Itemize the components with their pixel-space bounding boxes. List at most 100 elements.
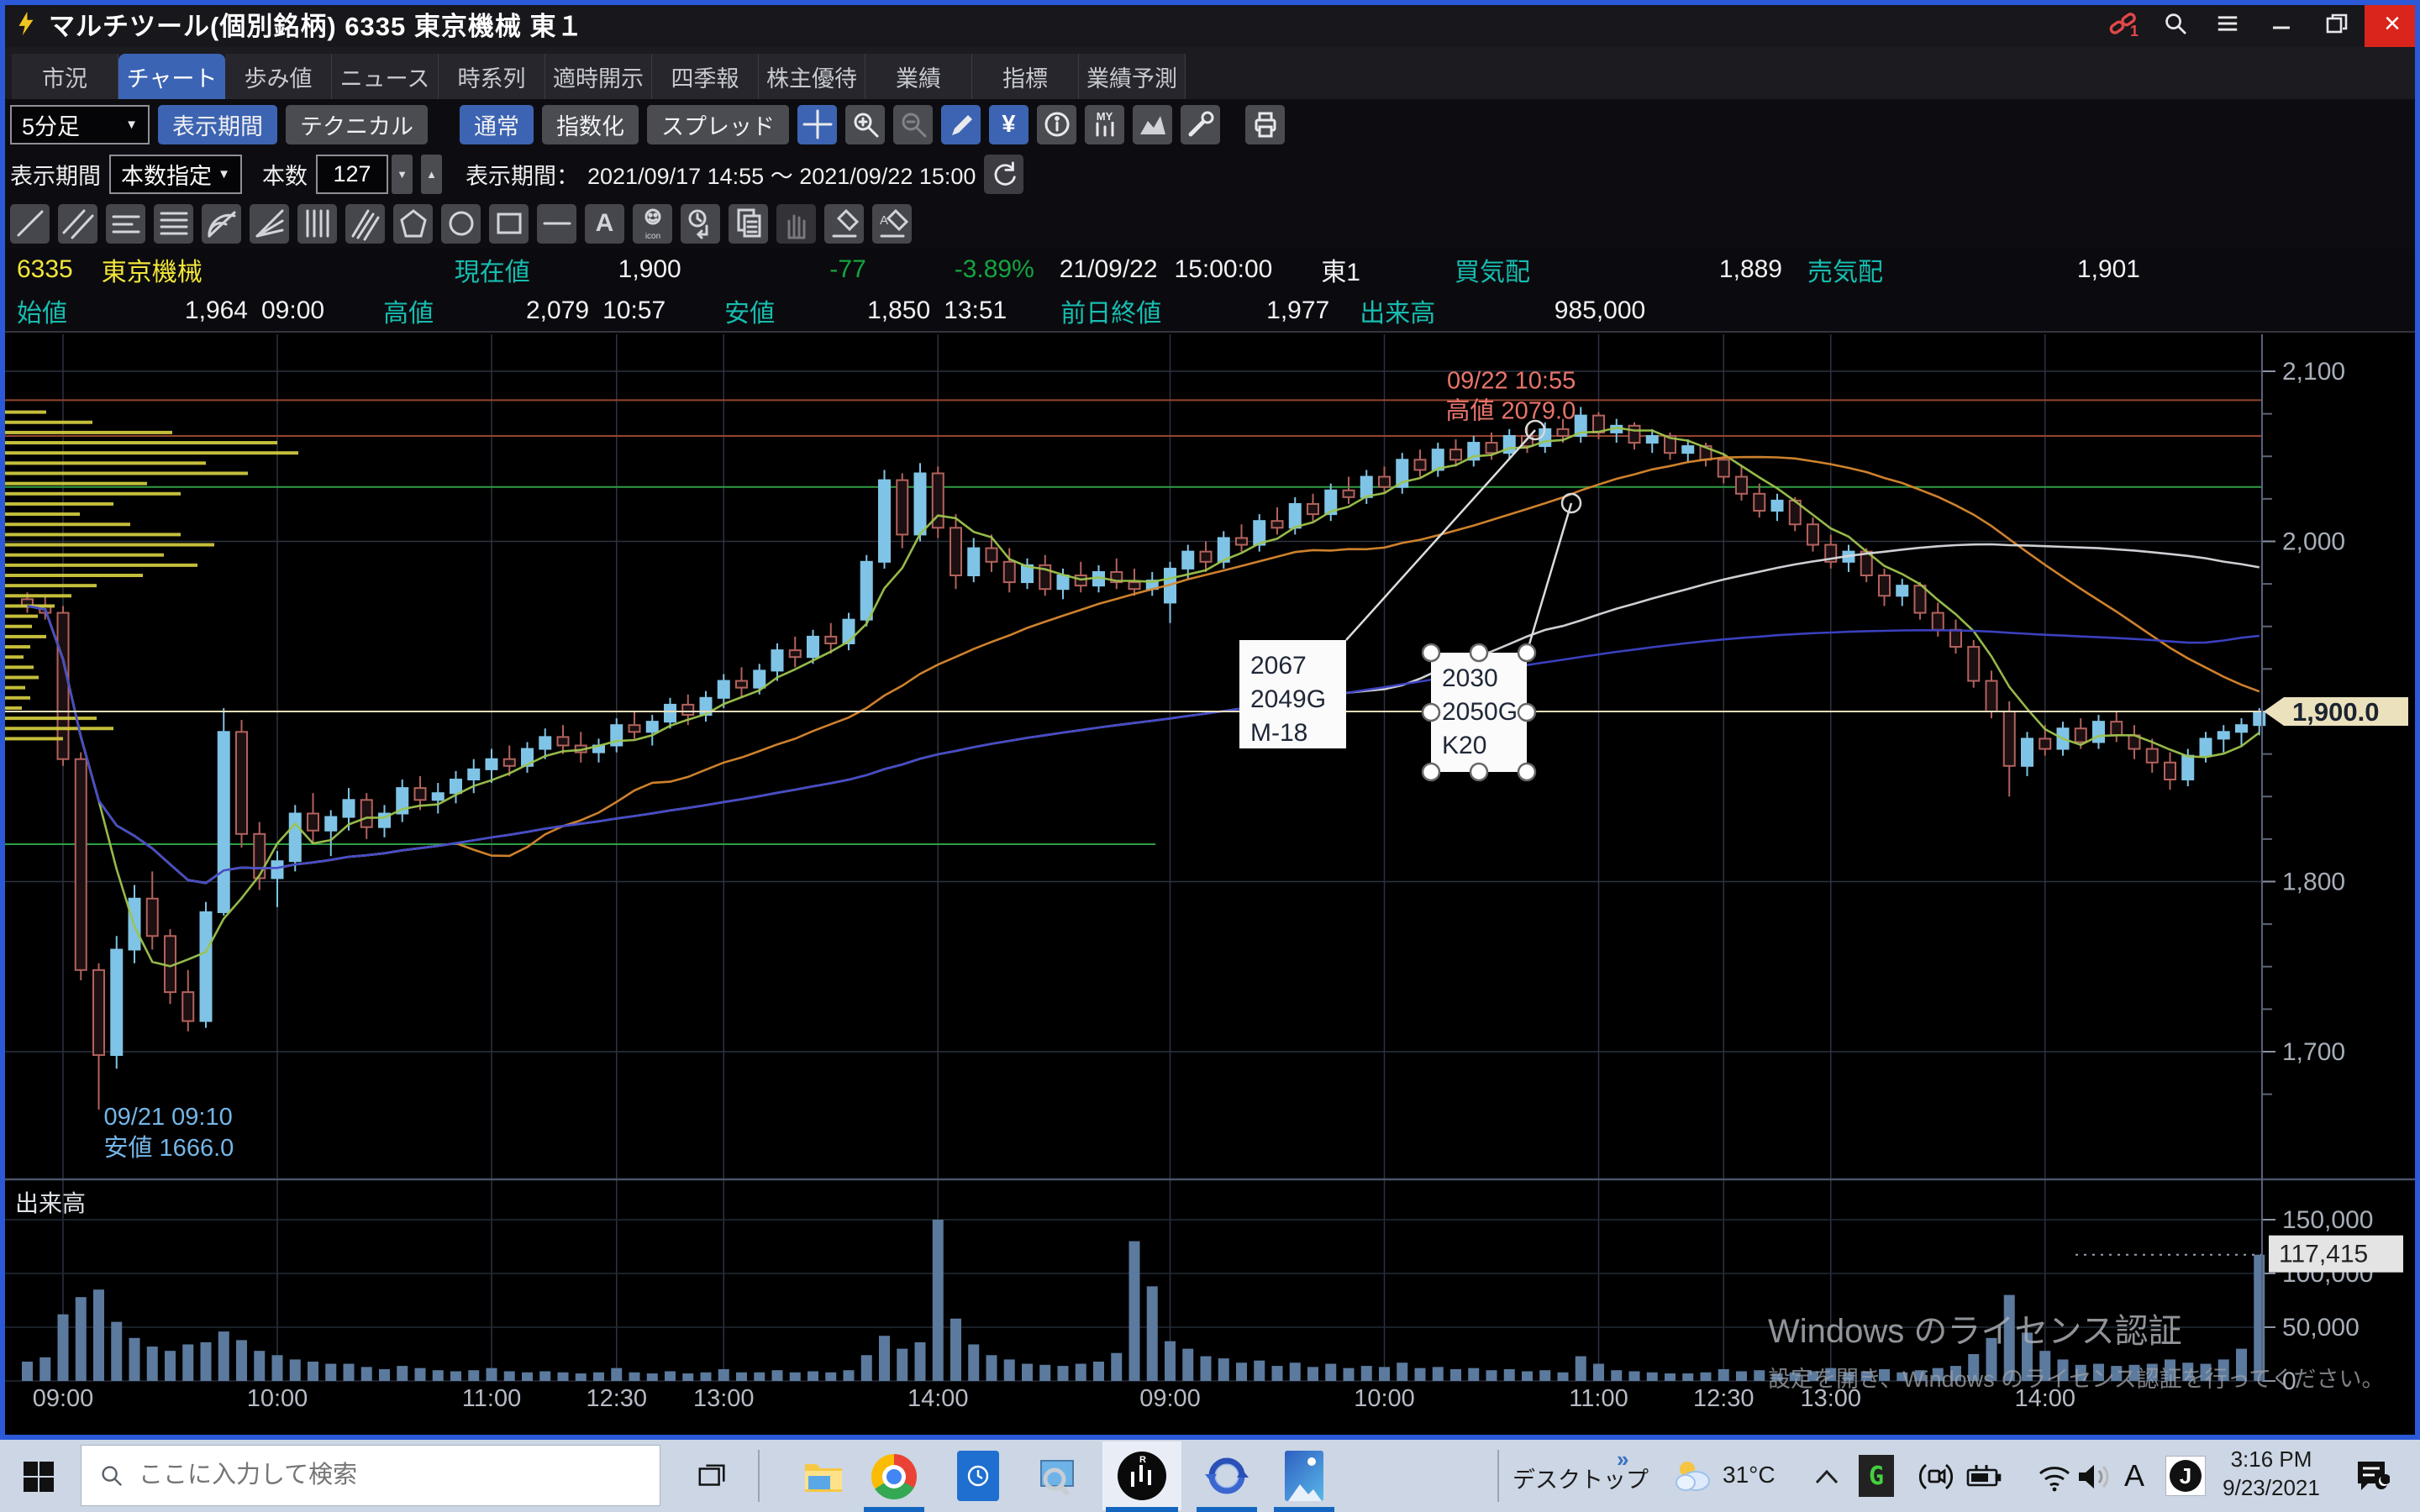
- horizontal-segment-tool[interactable]: [537, 204, 576, 244]
- tab-news[interactable]: ニュース: [332, 54, 439, 99]
- svg-text:14:00: 14:00: [2014, 1385, 2075, 1412]
- spread-mode-button[interactable]: スプレッド: [647, 105, 789, 144]
- tab-market[interactable]: 市況: [12, 54, 118, 99]
- hand-tool[interactable]: [776, 204, 816, 244]
- svg-text:09/21 09:10: 09/21 09:10: [104, 1104, 233, 1131]
- draw-pencil-button[interactable]: [941, 105, 981, 144]
- reload-button[interactable]: [984, 155, 1023, 194]
- restore-button[interactable]: [2309, 0, 2365, 47]
- trading-app-icon-active[interactable]: R: [1102, 1441, 1181, 1510]
- copy-object-tool[interactable]: [729, 204, 768, 244]
- titlebar-menu-icon[interactable]: [2202, 0, 2254, 47]
- search-input[interactable]: [137, 1461, 577, 1490]
- bars-count-input[interactable]: [316, 155, 388, 194]
- prev-close-label: 前日終値: [1060, 292, 1161, 329]
- hidden-icons-chevron[interactable]: [1808, 1460, 1845, 1494]
- tray-app-j-icon[interactable]: J: [2165, 1455, 2207, 1497]
- start-button[interactable]: [15, 1453, 62, 1500]
- file-explorer-icon[interactable]: [798, 1453, 849, 1500]
- indexed-mode-button[interactable]: 指数化: [542, 105, 639, 144]
- pentagon-tool[interactable]: [393, 204, 433, 244]
- svg-text:2030: 2030: [1442, 664, 1498, 692]
- tab-tick[interactable]: 歩み値: [225, 54, 332, 99]
- weather-icon[interactable]: [1670, 1455, 1716, 1497]
- vertical-lines-tool[interactable]: [297, 204, 337, 244]
- titlebar-search-icon[interactable]: [2149, 0, 2202, 47]
- my-indicator-button[interactable]: MY: [1085, 105, 1124, 144]
- normal-mode-button[interactable]: 通常: [460, 105, 534, 144]
- volume-label: 出来高: [1360, 292, 1435, 329]
- sync-app-icon[interactable]: [1200, 1450, 1254, 1502]
- high-price: 2,079: [434, 297, 589, 325]
- wifi-icon[interactable]: [2033, 1458, 2075, 1495]
- tab-shikiho[interactable]: 四季報: [652, 54, 759, 99]
- alarms-clock-app-icon[interactable]: [951, 1450, 1005, 1502]
- photos-app-icon[interactable]: [1277, 1450, 1331, 1502]
- pitchfork-tool[interactable]: [345, 204, 385, 244]
- running-indicator-trading: [1106, 1507, 1178, 1512]
- erase-all-tool[interactable]: A: [872, 204, 912, 244]
- taskbar-clock[interactable]: 3:16 PM 9/23/2021: [2208, 1445, 2334, 1502]
- link-group-icon[interactable]: 1: [2097, 0, 2149, 47]
- count-increase-button[interactable]: ▲: [421, 155, 442, 194]
- svg-text:2049G: 2049G: [1250, 685, 1326, 713]
- last-price-label: 現在値: [455, 251, 530, 288]
- quote-row-2: 始値 1,964 09:00 高値 2,079 10:57 安値 1,850 1…: [0, 291, 2420, 333]
- count-decrease-button[interactable]: ▼: [392, 155, 413, 194]
- interval-select[interactable]: 5分足 ▼: [10, 105, 150, 144]
- svg-text:0: 0: [2282, 1368, 2296, 1395]
- multi-horizontal-lines-tool[interactable]: [154, 204, 193, 244]
- print-button[interactable]: [1245, 105, 1285, 144]
- chrome-icon[interactable]: [867, 1452, 921, 1502]
- price-change: -77: [681, 255, 866, 284]
- settings-wrench-button[interactable]: [1181, 105, 1220, 144]
- fibonacci-arcs-tool[interactable]: [202, 204, 241, 244]
- taskbar-search[interactable]: [81, 1445, 660, 1506]
- battery-icon[interactable]: [1963, 1458, 2005, 1495]
- notification-center-button[interactable]: [2349, 1457, 2393, 1495]
- close-button[interactable]: ×: [2365, 0, 2420, 47]
- info-button[interactable]: [1037, 105, 1076, 144]
- trendline-tool[interactable]: [10, 204, 50, 244]
- candlestick-chart[interactable]: 09:0010:0011:0012:3013:0014:0009:0010:00…: [0, 334, 2420, 1435]
- icon-stamp-tool[interactable]: icon: [633, 204, 672, 244]
- speaker-icon[interactable]: [2072, 1458, 2116, 1495]
- ime-mode-indicator[interactable]: A: [2124, 1458, 2144, 1494]
- zoom-in-button[interactable]: [845, 105, 885, 144]
- zoom-out-button[interactable]: [893, 105, 933, 144]
- running-indicator-chrome: [864, 1507, 924, 1512]
- text-tool[interactable]: A: [585, 204, 624, 244]
- yen-scale-button[interactable]: ¥: [989, 105, 1028, 144]
- task-view-button[interactable]: [689, 1453, 736, 1500]
- tab-disclosure[interactable]: 適時開示: [545, 54, 652, 99]
- svg-text:高値 2079.0: 高値 2079.0: [1445, 397, 1576, 425]
- desktop-toolbar-expand-icon[interactable]: »: [1617, 1446, 1628, 1473]
- ellipse-tool[interactable]: [441, 204, 481, 244]
- tray-camera-icon[interactable]: [1918, 1458, 1954, 1495]
- event-marker-tool[interactable]: [681, 204, 720, 244]
- taskbar: R デスクトップ » 31°C G: [0, 1440, 2420, 1512]
- tab-time-series[interactable]: 時系列: [439, 54, 545, 99]
- technical-button[interactable]: テクニカル: [286, 105, 428, 144]
- tab-shareholder-benefit[interactable]: 株主優待: [759, 54, 865, 99]
- display-period-button[interactable]: 表示期間: [158, 105, 277, 144]
- period-mode-select[interactable]: 本数指定 ▼: [109, 155, 242, 194]
- temperature-label[interactable]: 31°C: [1723, 1462, 1776, 1488]
- tray-green-g-icon[interactable]: G: [1857, 1455, 1896, 1497]
- tab-earnings[interactable]: 業績: [865, 54, 972, 99]
- tab-earnings-forecast[interactable]: 業績予測: [1079, 54, 1186, 99]
- svg-text:1,900.0: 1,900.0: [2292, 697, 2379, 727]
- minimize-button[interactable]: [2254, 0, 2309, 47]
- parallel-lines-tool[interactable]: [58, 204, 97, 244]
- fan-lines-tool[interactable]: [250, 204, 289, 244]
- period-label: 表示期間: [10, 158, 101, 191]
- eraser-tool[interactable]: [824, 204, 864, 244]
- snip-tool-icon[interactable]: [1030, 1452, 1084, 1502]
- horizontal-lines-tool[interactable]: [106, 204, 145, 244]
- svg-text:出来高: 出来高: [15, 1190, 86, 1216]
- tab-chart[interactable]: チャート: [118, 54, 225, 99]
- rectangle-tool[interactable]: [489, 204, 529, 244]
- tab-indicators[interactable]: 指標: [972, 54, 1079, 99]
- area-chart-button[interactable]: [1133, 105, 1172, 144]
- crosshair-tool-button[interactable]: [797, 105, 837, 144]
